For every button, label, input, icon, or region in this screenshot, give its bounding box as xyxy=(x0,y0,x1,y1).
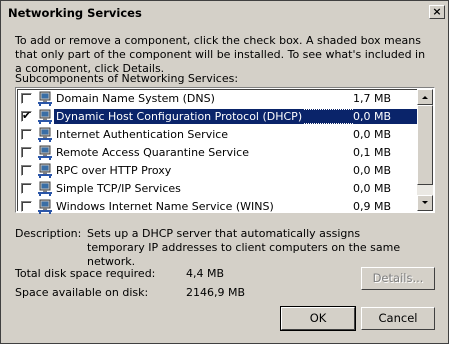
description-text: Sets up a DHCP server that automatically… xyxy=(87,227,401,268)
network-service-icon xyxy=(38,145,52,160)
network-service-icon xyxy=(38,91,52,106)
component-name: Simple TCP/IP Services xyxy=(56,182,181,195)
component-checkbox[interactable]: ✔ xyxy=(21,109,32,122)
network-service-icon xyxy=(38,109,52,124)
network-service-icon xyxy=(38,199,52,214)
component-checkbox[interactable] xyxy=(21,165,32,176)
intro-text: To add or remove a component, click the … xyxy=(15,34,426,75)
close-button[interactable]: × xyxy=(429,5,445,19)
component-row[interactable]: RPC over HTTP Proxy 0,0 MB xyxy=(18,162,417,180)
scroll-thumb[interactable] xyxy=(417,105,433,185)
scroll-down-button[interactable] xyxy=(417,195,433,211)
component-row[interactable]: Domain Name System (DNS) 1,7 MB xyxy=(18,90,417,108)
subcomponents-label: Subcomponents of Networking Services: xyxy=(15,72,239,85)
network-service-icon xyxy=(38,163,52,178)
component-size: 0,1 MB xyxy=(353,146,392,159)
subcomponents-list[interactable]: Domain Name System (DNS) 1,7 MB ✔ Dynamic H… xyxy=(15,87,435,214)
required-space-value: 4,4 MB xyxy=(186,267,225,280)
component-row[interactable]: Windows Internet Name Service (WINS) 0,9 … xyxy=(18,198,417,216)
scroll-up-button[interactable] xyxy=(417,89,433,105)
available-space-label: Space available on disk: xyxy=(15,286,149,299)
required-space-label: Total disk space required: xyxy=(15,267,156,280)
description-label: Description: xyxy=(15,227,82,240)
component-size: 0,0 MB xyxy=(353,128,392,141)
cancel-button[interactable]: Cancel xyxy=(361,307,435,330)
network-service-icon xyxy=(38,181,52,196)
ok-button[interactable]: OK xyxy=(280,306,356,331)
component-name: Internet Authentication Service xyxy=(56,128,229,141)
subcomponents-rows: Domain Name System (DNS) 1,7 MB ✔ Dynamic H… xyxy=(17,89,417,214)
component-size: 1,7 MB xyxy=(353,92,392,105)
check-icon: ✔ xyxy=(22,109,32,122)
component-row[interactable]: Remote Access Quarantine Service 0,1 MB xyxy=(18,144,417,162)
networking-services-dialog: Networking Services × To add or remove a… xyxy=(0,0,449,344)
component-checkbox[interactable] xyxy=(21,93,32,104)
component-row[interactable]: Simple TCP/IP Services 0,0 MB xyxy=(18,180,417,198)
component-size: 0,0 MB xyxy=(353,164,392,177)
component-name: Remote Access Quarantine Service xyxy=(56,146,249,159)
component-name: Dynamic Host Configuration Protocol (DHC… xyxy=(54,109,305,124)
details-button[interactable]: Details... xyxy=(361,267,435,290)
component-name: Windows Internet Name Service (WINS) xyxy=(56,200,274,213)
network-service-icon xyxy=(38,127,52,142)
available-space-value: 2146,9 MB xyxy=(186,286,246,299)
arrow-up-icon xyxy=(422,96,428,99)
component-checkbox[interactable] xyxy=(21,129,32,140)
vertical-scrollbar[interactable] xyxy=(417,89,433,211)
component-row[interactable]: Internet Authentication Service 0,0 MB xyxy=(18,126,417,144)
component-size: 0,0 MB xyxy=(353,182,392,195)
component-checkbox[interactable] xyxy=(21,201,32,212)
component-checkbox[interactable] xyxy=(21,147,32,158)
component-checkbox[interactable] xyxy=(21,183,32,194)
arrow-down-icon xyxy=(422,201,428,204)
dialog-title: Networking Services xyxy=(8,6,142,20)
close-icon: × xyxy=(432,5,442,18)
component-size: 0,9 MB xyxy=(353,200,392,213)
component-size: 0,0 MB xyxy=(353,109,417,124)
title-bar: Networking Services × xyxy=(2,2,447,24)
component-row[interactable]: ✔ Dynamic Host Configuration Protocol (DH… xyxy=(18,108,417,126)
component-name: RPC over HTTP Proxy xyxy=(56,164,172,177)
component-name: Domain Name System (DNS) xyxy=(56,92,215,105)
